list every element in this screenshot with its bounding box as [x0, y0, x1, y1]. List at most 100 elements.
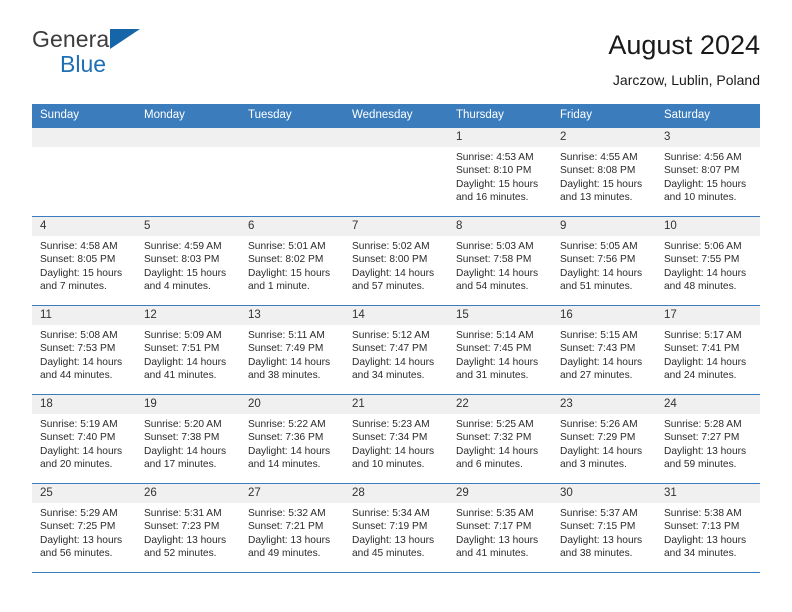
day-info-line: Sunset: 7:38 PM — [144, 432, 220, 444]
day-cell-empty — [240, 127, 344, 217]
day-info-line: Sunrise: 5:35 AM — [456, 508, 534, 519]
day-info-line: Sunset: 7:15 PM — [560, 521, 636, 533]
day-number: 25 — [32, 484, 136, 503]
day-cell[interactable]: 22 Sunrise: 5:25 AM Sunset: 7:32 PM Dayligh… — [448, 394, 552, 484]
day-cell[interactable]: 20 Sunrise: 5:22 AM Sunset: 7:36 PM Dayligh… — [240, 394, 344, 484]
day-info-line: Sunset: 8:05 PM — [40, 254, 116, 266]
day-info-line: and 57 minutes. — [352, 280, 425, 292]
day-info-line: and 3 minutes. — [560, 458, 627, 470]
day-cell[interactable]: 5 Sunrise: 4:59 AM Sunset: 8:03 PM Daylight… — [136, 216, 240, 306]
day-info-line: Daylight: 14 hours — [456, 267, 539, 279]
day-info-line: and 51 minutes. — [560, 280, 633, 292]
brand-word-general: General — [32, 26, 115, 52]
day-number: 7 — [344, 217, 448, 236]
day-sun-info: Sunrise: 4:53 AM Sunset: 8:10 PM Daylight:… — [448, 147, 552, 204]
day-sun-info: Sunrise: 4:58 AM Sunset: 8:05 PM Daylight:… — [32, 236, 136, 293]
day-cell[interactable]: 24 Sunrise: 5:28 AM Sunset: 7:27 PM Dayligh… — [656, 394, 760, 484]
day-info-line: Sunrise: 4:58 AM — [40, 241, 118, 252]
day-info-line: Sunset: 7:56 PM — [560, 254, 636, 266]
day-cell[interactable]: 23 Sunrise: 5:26 AM Sunset: 7:29 PM Dayligh… — [552, 394, 656, 484]
day-info-line: Daylight: 14 hours — [248, 356, 331, 368]
day-info-line: Sunset: 7:51 PM — [144, 343, 220, 355]
triangle-flag-icon — [110, 29, 140, 49]
title-block: August 2024 Jarczow, Lublin, Poland — [608, 28, 760, 88]
day-number: 5 — [136, 217, 240, 236]
day-cell[interactable]: 28 Sunrise: 5:34 AM Sunset: 7:19 PM Dayligh… — [344, 483, 448, 573]
day-info-line: Sunset: 8:02 PM — [248, 254, 324, 266]
day-info-line: Sunrise: 5:20 AM — [144, 419, 222, 430]
calendar-grid: Sunday Monday Tuesday Wednesday Thursday Frid… — [32, 104, 760, 573]
day-info-line: Daylight: 14 hours — [456, 356, 539, 368]
day-cell[interactable]: 8 Sunrise: 5:03 AM Sunset: 7:58 PM Daylight… — [448, 216, 552, 306]
day-cell[interactable]: 1 Sunrise: 4:53 AM Sunset: 8:10 PM Daylight… — [448, 127, 552, 217]
day-info-line: Sunrise: 5:19 AM — [40, 419, 118, 430]
day-cell[interactable]: 27 Sunrise: 5:32 AM Sunset: 7:21 PM Dayligh… — [240, 483, 344, 573]
day-cell[interactable]: 21 Sunrise: 5:23 AM Sunset: 7:34 PM Dayligh… — [344, 394, 448, 484]
day-cell[interactable]: 6 Sunrise: 5:01 AM Sunset: 8:02 PM Daylight… — [240, 216, 344, 306]
day-info-line: Sunrise: 5:08 AM — [40, 330, 118, 341]
day-info-line: and 4 minutes. — [144, 280, 211, 292]
day-info-line: Daylight: 14 hours — [40, 445, 123, 457]
day-number: 23 — [552, 395, 656, 414]
day-info-line: Daylight: 14 hours — [560, 445, 643, 457]
brand-logo[interactable]: General Blue — [32, 28, 202, 76]
day-number: 16 — [552, 306, 656, 325]
day-sun-info: Sunrise: 5:02 AM Sunset: 8:00 PM Daylight:… — [344, 236, 448, 293]
weekday-header-tuesday: Tuesday — [240, 104, 344, 128]
day-cell[interactable]: 7 Sunrise: 5:02 AM Sunset: 8:00 PM Daylight… — [344, 216, 448, 306]
weekday-header-sunday: Sunday — [32, 104, 136, 128]
day-cell[interactable]: 12 Sunrise: 5:09 AM Sunset: 7:51 PM Dayligh… — [136, 305, 240, 395]
day-info-line: and 54 minutes. — [456, 280, 529, 292]
week-row: 1 Sunrise: 4:53 AM Sunset: 8:10 PM Daylight… — [32, 127, 760, 217]
day-sun-info: Sunrise: 5:19 AM Sunset: 7:40 PM Daylight:… — [32, 414, 136, 471]
day-info-line: Sunrise: 5:15 AM — [560, 330, 638, 341]
day-info-line: Sunrise: 5:05 AM — [560, 241, 638, 252]
weekday-header-saturday: Saturday — [656, 104, 760, 128]
day-info-line: Daylight: 14 hours — [40, 356, 123, 368]
day-cell[interactable]: 13 Sunrise: 5:11 AM Sunset: 7:49 PM Dayligh… — [240, 305, 344, 395]
day-cell[interactable]: 16 Sunrise: 5:15 AM Sunset: 7:43 PM Dayligh… — [552, 305, 656, 395]
day-sun-info: Sunrise: 4:55 AM Sunset: 8:08 PM Daylight:… — [552, 147, 656, 204]
day-sun-info: Sunrise: 5:12 AM Sunset: 7:47 PM Daylight:… — [344, 325, 448, 382]
day-info-line: Daylight: 15 hours — [144, 267, 227, 279]
day-cell[interactable]: 17 Sunrise: 5:17 AM Sunset: 7:41 PM Dayligh… — [656, 305, 760, 395]
day-cell[interactable]: 4 Sunrise: 4:58 AM Sunset: 8:05 PM Daylight… — [32, 216, 136, 306]
day-info-line: Sunrise: 4:56 AM — [664, 152, 742, 163]
day-info-line: and 44 minutes. — [40, 369, 113, 381]
day-cell[interactable]: 9 Sunrise: 5:05 AM Sunset: 7:56 PM Daylight… — [552, 216, 656, 306]
day-info-line: Daylight: 14 hours — [456, 445, 539, 457]
day-cell[interactable]: 3 Sunrise: 4:56 AM Sunset: 8:07 PM Daylight… — [656, 127, 760, 217]
weekday-header-wednesday: Wednesday — [344, 104, 448, 128]
day-cell[interactable]: 18 Sunrise: 5:19 AM Sunset: 7:40 PM Dayligh… — [32, 394, 136, 484]
day-info-line: and 48 minutes. — [664, 280, 737, 292]
day-cell[interactable]: 11 Sunrise: 5:08 AM Sunset: 7:53 PM Dayligh… — [32, 305, 136, 395]
day-cell[interactable]: 25 Sunrise: 5:29 AM Sunset: 7:25 PM Dayligh… — [32, 483, 136, 573]
day-info-line: Sunrise: 5:34 AM — [352, 508, 430, 519]
location-subtitle: Jarczow, Lublin, Poland — [612, 72, 760, 89]
day-sun-info: Sunrise: 5:31 AM Sunset: 7:23 PM Daylight:… — [136, 503, 240, 560]
day-cell[interactable]: 2 Sunrise: 4:55 AM Sunset: 8:08 PM Daylight… — [552, 127, 656, 217]
day-info-line: Daylight: 15 hours — [560, 178, 643, 190]
day-number: 31 — [656, 484, 760, 503]
day-cell[interactable]: 29 Sunrise: 5:35 AM Sunset: 7:17 PM Dayligh… — [448, 483, 552, 573]
week-row: 25 Sunrise: 5:29 AM Sunset: 7:25 PM Dayligh… — [32, 483, 760, 573]
day-info-line: and 24 minutes. — [664, 369, 737, 381]
day-info-line: Sunset: 7:47 PM — [352, 343, 428, 355]
day-info-line: and 59 minutes. — [664, 458, 737, 470]
day-info-line: Sunrise: 5:22 AM — [248, 419, 326, 430]
day-cell[interactable]: 14 Sunrise: 5:12 AM Sunset: 7:47 PM Dayligh… — [344, 305, 448, 395]
day-cell[interactable]: 30 Sunrise: 5:37 AM Sunset: 7:15 PM Dayligh… — [552, 483, 656, 573]
day-cell[interactable]: 15 Sunrise: 5:14 AM Sunset: 7:45 PM Dayligh… — [448, 305, 552, 395]
day-cell[interactable]: 31 Sunrise: 5:38 AM Sunset: 7:13 PM Dayligh… — [656, 483, 760, 573]
day-sun-info: Sunrise: 5:06 AM Sunset: 7:55 PM Daylight:… — [656, 236, 760, 293]
day-cell[interactable]: 10 Sunrise: 5:06 AM Sunset: 7:55 PM Dayligh… — [656, 216, 760, 306]
day-info-line: Daylight: 14 hours — [144, 445, 227, 457]
day-number: 12 — [136, 306, 240, 325]
day-sun-info: Sunrise: 5:34 AM Sunset: 7:19 PM Daylight:… — [344, 503, 448, 560]
day-info-line: Sunrise: 5:11 AM — [248, 330, 325, 341]
day-number — [136, 128, 240, 147]
day-info-line: Sunset: 8:00 PM — [352, 254, 428, 266]
day-cell[interactable]: 26 Sunrise: 5:31 AM Sunset: 7:23 PM Dayligh… — [136, 483, 240, 573]
day-number: 29 — [448, 484, 552, 503]
day-cell[interactable]: 19 Sunrise: 5:20 AM Sunset: 7:38 PM Dayligh… — [136, 394, 240, 484]
